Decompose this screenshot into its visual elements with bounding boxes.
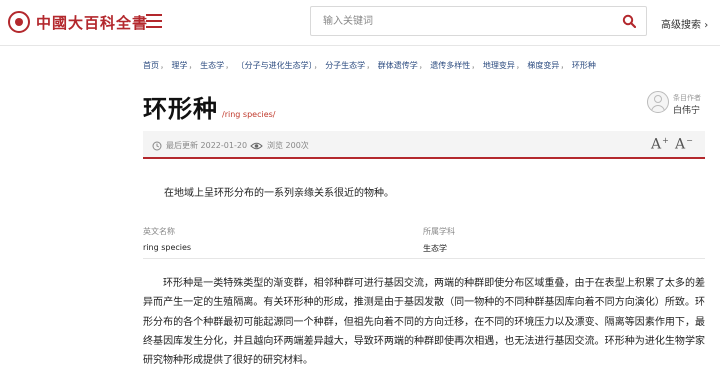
- font-decrease-button[interactable]: A−: [675, 136, 693, 153]
- eye-icon: [250, 142, 263, 149]
- breadcrumb-item[interactable]: 生态学: [200, 61, 224, 70]
- clock-icon: [152, 141, 162, 150]
- search-input[interactable]: [311, 7, 591, 35]
- info-label: 所属学科: [423, 227, 455, 236]
- breadcrumb-separator: ，: [188, 61, 197, 70]
- breadcrumb-item[interactable]: 〔分子与进化生态学〕: [237, 61, 313, 70]
- advanced-search-link[interactable]: 高级搜索 ›: [661, 16, 708, 31]
- breadcrumb-item[interactable]: 地理变异: [483, 61, 515, 70]
- title-english: /ring species/: [222, 110, 276, 119]
- last-updated: 最后更新 2022-01-20: [152, 140, 247, 151]
- page-title: 环形种: [143, 95, 218, 123]
- breadcrumb-item[interactable]: 群体遗传学: [378, 61, 418, 70]
- breadcrumb-item-current: 环形种: [571, 61, 596, 70]
- breadcrumb-separator: ，: [471, 61, 480, 70]
- breadcrumb-item[interactable]: 梯度变异: [527, 61, 559, 70]
- author-name[interactable]: 白伟宁: [673, 103, 700, 116]
- last-updated-text: 最后更新 2022-01-20: [166, 141, 248, 150]
- breadcrumb-separator: ，: [225, 61, 234, 70]
- info-value: ring species: [143, 243, 192, 252]
- info-label: 英文名称: [143, 227, 175, 236]
- author-role: 条目作者: [673, 94, 701, 102]
- breadcrumb-separator: ，: [515, 61, 524, 70]
- breadcrumb-separator: ，: [560, 61, 569, 70]
- info-value[interactable]: 生态学: [423, 243, 455, 254]
- article-body: 环形种是一类特殊类型的渐变群，相邻种群可进行基因交流，两端的种群即使分布区域重叠…: [143, 278, 705, 367]
- info-english-name: 英文名称 ring species: [143, 226, 191, 252]
- plus-icon: +: [662, 136, 669, 145]
- avatar-body-shape: [651, 105, 665, 112]
- breadcrumb-item[interactable]: 理学: [172, 61, 188, 70]
- divider: [143, 258, 705, 259]
- info-discipline: 所属学科 生态学: [423, 226, 455, 254]
- avatar: [647, 91, 669, 113]
- menu-button[interactable]: [146, 14, 162, 28]
- breadcrumb-item[interactable]: 遗传多样性: [430, 61, 470, 70]
- breadcrumb-item[interactable]: 分子生态学: [325, 61, 365, 70]
- logo-text: 中國大百科全書: [36, 13, 149, 32]
- view-count: 浏览 200次: [250, 140, 309, 151]
- breadcrumb-separator: ，: [313, 61, 322, 70]
- author-block[interactable]: 条目作者 白伟宁: [647, 91, 707, 116]
- breadcrumb-separator: ，: [160, 61, 168, 70]
- font-increase-letter: A: [651, 136, 662, 153]
- top-header: 中國大百科全書 高级搜索 ›: [0, 0, 720, 46]
- advanced-search-label: 高级搜索: [661, 20, 701, 31]
- view-count-text: 浏览 200次: [267, 141, 309, 150]
- breadcrumb-separator: ，: [366, 61, 375, 70]
- breadcrumb-separator: ，: [418, 61, 427, 70]
- avatar-head-shape: [654, 95, 662, 103]
- font-decrease-letter: A: [675, 136, 686, 153]
- breadcrumb-item[interactable]: 首页: [143, 61, 159, 70]
- chevron-right-icon: ›: [704, 20, 709, 31]
- minus-icon: −: [686, 136, 693, 145]
- menu-icon-bar: [146, 14, 162, 16]
- breadcrumb: 首页， 理学， 生态学， 〔分子与进化生态学〕， 分子生态学， 群体遗传学， 遗…: [143, 60, 596, 71]
- title-row: 环形种 /ring species/: [143, 89, 275, 124]
- font-increase-button[interactable]: A+: [651, 136, 669, 153]
- article-summary: 在地域上呈环形分布的一系列亲缘关系很近的物种。: [164, 188, 394, 199]
- search-box: [310, 6, 647, 36]
- meta-bar: 最后更新 2022-01-20 浏览 200次 A+ A−: [143, 131, 705, 159]
- logo-seal-icon: [8, 11, 30, 33]
- menu-icon-bar: [146, 20, 162, 22]
- site-logo[interactable]: 中國大百科全書: [8, 9, 148, 35]
- search-icon[interactable]: [622, 14, 636, 28]
- menu-icon-bar: [146, 26, 162, 28]
